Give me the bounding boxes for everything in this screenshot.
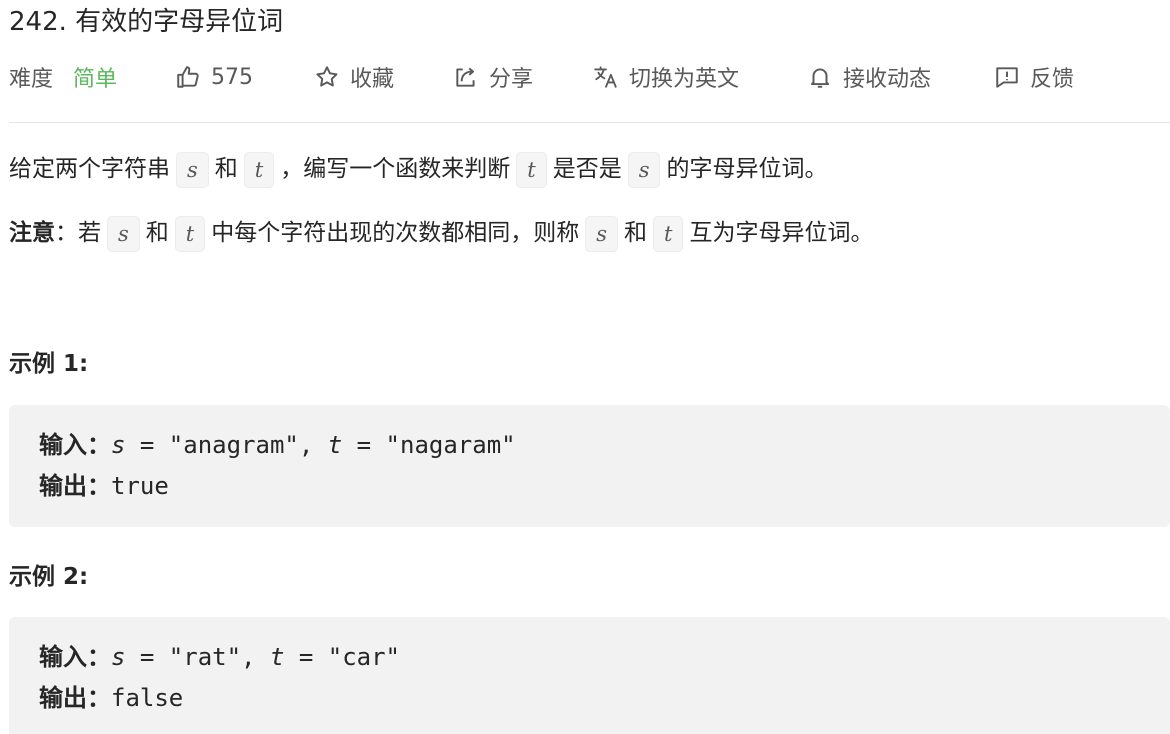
problem-page: 242. 有效的字母异位词 难度 简单 575 收藏 分享 切换为英文 接收动态… [0, 0, 1170, 734]
input-t-value: = "nagaram" [342, 431, 516, 459]
problem-meta-bar: 难度 简单 575 收藏 分享 切换为英文 接收动态 反馈 [9, 58, 1169, 96]
description-paragraph: 给定两个字符串 s 和 t ，编写一个函数来判断 t 是否是 s 的字母异位词。 [9, 151, 827, 188]
subscribe-button[interactable]: 接收动态 [807, 58, 931, 96]
like-button[interactable]: 575 [175, 58, 253, 96]
inline-code: s [176, 151, 209, 188]
note-label: 注意 [9, 220, 55, 246]
inline-code: t [516, 151, 547, 188]
share-label: 分享 [489, 67, 534, 92]
inline-code: t [653, 215, 684, 252]
star-icon [314, 64, 340, 90]
favorite-label: 收藏 [350, 67, 395, 92]
note-text: ：若 [55, 220, 101, 246]
example-output-line: 输出：true [39, 470, 169, 502]
note-paragraph: 注意：若 s 和 t 中每个字符出现的次数都相同，则称 s 和 t 互为字母异位词。 [9, 215, 873, 252]
input-label: 输入： [39, 643, 111, 671]
feedback-button[interactable]: 反馈 [994, 58, 1074, 96]
example-code-block: 输入：s = "rat", t = "car" 输出：false [9, 617, 1170, 734]
difficulty: 难度 简单 [9, 58, 117, 96]
output-value: true [111, 472, 169, 500]
like-count: 575 [211, 64, 253, 90]
share-icon [453, 64, 479, 90]
subscribe-label: 接收动态 [843, 67, 932, 92]
input-label: 输入： [39, 431, 111, 459]
var-s: s [111, 431, 126, 459]
input-s-value: = "anagram", [125, 431, 328, 459]
inline-code: s [585, 215, 619, 252]
inline-code: s [107, 215, 140, 252]
example-output-line: 输出：false [39, 682, 183, 714]
note-text: 和 [624, 220, 648, 246]
favorite-button[interactable]: 收藏 [314, 58, 394, 96]
var-t: t [327, 431, 343, 459]
description-text: 的字母异位词。 [666, 156, 828, 182]
var-s: s [111, 643, 126, 671]
description-text: 和 [214, 156, 238, 182]
inline-code: t [243, 151, 275, 188]
translate-icon [593, 64, 619, 90]
difficulty-badge: 简单 [73, 67, 118, 92]
translate-button[interactable]: 切换为英文 [593, 58, 739, 96]
translate-label: 切换为英文 [629, 67, 740, 92]
thumbs-up-icon [175, 64, 201, 90]
input-s-value: = "rat", [125, 643, 270, 671]
note-text: 互为字母异位词。 [689, 220, 874, 246]
example-input-line: 输入：s = "anagram", t = "nagaram" [39, 429, 516, 461]
divider [9, 122, 1170, 123]
feedback-icon [994, 64, 1020, 90]
example-code-block: 输入：s = "anagram", t = "nagaram" 输出：true [9, 405, 1170, 527]
output-label: 输出： [39, 472, 111, 500]
output-value: false [111, 684, 184, 712]
bell-icon [807, 64, 833, 90]
inline-code: t [174, 215, 206, 252]
page-title: 242. 有效的字母异位词 [9, 7, 284, 37]
note-text: 中每个字符出现的次数都相同，则称 [211, 220, 580, 246]
input-t-value: = "car" [284, 643, 400, 671]
inline-code: s [627, 151, 661, 188]
feedback-label: 反馈 [1030, 67, 1075, 92]
output-label: 输出： [39, 684, 111, 712]
note-text: 和 [145, 220, 169, 246]
share-button[interactable]: 分享 [453, 58, 533, 96]
example-input-line: 输入：s = "rat", t = "car" [39, 641, 400, 673]
var-t: t [269, 643, 285, 671]
description-text: 给定两个字符串 [9, 156, 170, 182]
difficulty-label: 难度 [9, 67, 54, 92]
description-text: 是否是 [552, 156, 622, 182]
example-heading: 示例 1: [9, 351, 89, 377]
example-heading: 示例 2: [9, 564, 89, 590]
description-text: ，编写一个函数来判断 [280, 156, 511, 182]
